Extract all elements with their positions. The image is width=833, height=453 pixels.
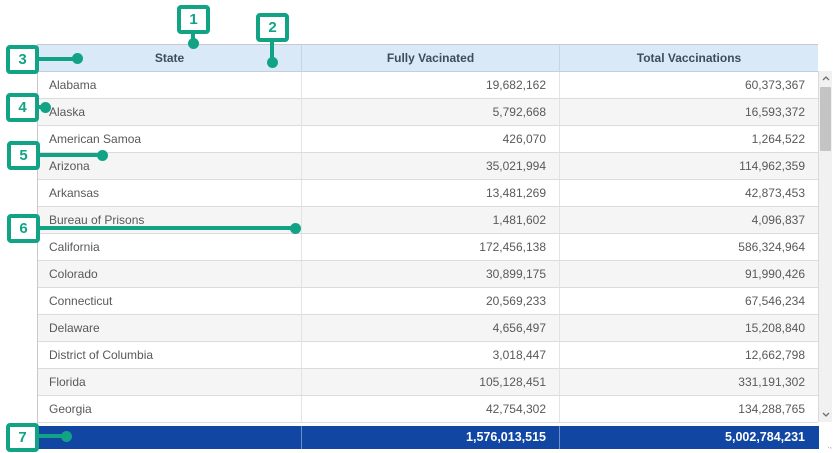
table-row[interactable]: Alabama19,682,16260,373,367 bbox=[38, 72, 818, 99]
scroll-down-button[interactable] bbox=[819, 407, 832, 422]
table-row[interactable]: Alaska5,792,66816,593,372 bbox=[38, 99, 818, 126]
table-body: Alabama19,682,16260,373,367Alaska5,792,6… bbox=[38, 72, 818, 423]
state-cell: Arkansas bbox=[38, 180, 302, 206]
callout-4-dot bbox=[40, 102, 51, 113]
state-cell: Colorado bbox=[38, 261, 302, 287]
table-row[interactable]: Arkansas13,481,26942,873,453 bbox=[38, 180, 818, 207]
column-header-total-vaccinations[interactable]: Total Vaccinations bbox=[560, 45, 818, 71]
total-vaccinations-cell: 16,593,372 bbox=[560, 99, 818, 125]
fully-vacinated-cell: 1,481,602 bbox=[302, 207, 560, 233]
totals-fully-vacinated-cell: 1,576,013,515 bbox=[302, 426, 560, 449]
callout-6-connector bbox=[39, 226, 293, 230]
fully-vacinated-cell: 426,070 bbox=[302, 126, 560, 152]
vertical-scrollbar[interactable] bbox=[818, 71, 832, 422]
callout-5-dot bbox=[97, 150, 108, 161]
fully-vacinated-cell: 105,128,451 bbox=[302, 369, 560, 395]
callout-6-dot bbox=[290, 223, 301, 234]
callout-5: 5 bbox=[7, 141, 40, 170]
total-vaccinations-cell: 60,373,367 bbox=[560, 72, 818, 98]
state-cell: Florida bbox=[38, 369, 302, 395]
totals-row: 1,576,013,515 5,002,784,231 bbox=[38, 426, 819, 449]
fully-vacinated-cell: 13,481,269 bbox=[302, 180, 560, 206]
fully-vacinated-cell: 30,899,175 bbox=[302, 261, 560, 287]
state-cell: Alaska bbox=[38, 99, 302, 125]
total-vaccinations-cell: 91,990,426 bbox=[560, 261, 818, 287]
callout-5-connector bbox=[39, 153, 101, 157]
callout-7-dot bbox=[61, 431, 72, 442]
fully-vacinated-cell: 3,018,447 bbox=[302, 342, 560, 368]
total-vaccinations-cell: 67,546,234 bbox=[560, 288, 818, 314]
table-row[interactable]: Georgia42,754,302134,288,765 bbox=[38, 396, 818, 423]
callout-3-connector bbox=[38, 57, 74, 61]
totals-state-cell bbox=[38, 426, 302, 449]
table-row[interactable]: Delaware4,656,49715,208,840 bbox=[38, 315, 818, 342]
resize-grip-icon: ., bbox=[822, 441, 832, 450]
state-cell: Delaware bbox=[38, 315, 302, 341]
state-cell: American Samoa bbox=[38, 126, 302, 152]
fully-vacinated-cell: 5,792,668 bbox=[302, 99, 560, 125]
total-vaccinations-cell: 586,324,964 bbox=[560, 234, 818, 260]
callout-1-dot bbox=[188, 38, 199, 49]
fully-vacinated-cell: 172,456,138 bbox=[302, 234, 560, 260]
state-cell: Alabama bbox=[38, 72, 302, 98]
table-row[interactable]: Colorado30,899,17591,990,426 bbox=[38, 261, 818, 288]
fully-vacinated-cell: 35,021,994 bbox=[302, 153, 560, 179]
callout-7: 7 bbox=[6, 423, 39, 452]
total-vaccinations-cell: 15,208,840 bbox=[560, 315, 818, 341]
table-row[interactable]: Florida105,128,451331,191,302 bbox=[38, 369, 818, 396]
callout-6: 6 bbox=[7, 214, 40, 243]
callout-4: 4 bbox=[6, 93, 39, 122]
callout-3-dot bbox=[72, 53, 83, 64]
total-vaccinations-cell: 4,096,837 bbox=[560, 207, 818, 233]
fully-vacinated-cell: 20,569,233 bbox=[302, 288, 560, 314]
total-vaccinations-cell: 12,662,798 bbox=[560, 342, 818, 368]
total-vaccinations-cell: 1,264,522 bbox=[560, 126, 818, 152]
chevron-down-icon bbox=[822, 412, 830, 417]
total-vaccinations-cell: 114,962,359 bbox=[560, 153, 818, 179]
table-header-row: State Fully Vacinated Total Vaccinations bbox=[38, 45, 818, 72]
table-row[interactable]: Arizona35,021,994114,962,359 bbox=[38, 153, 818, 180]
fully-vacinated-cell: 19,682,162 bbox=[302, 72, 560, 98]
total-vaccinations-cell: 331,191,302 bbox=[560, 369, 818, 395]
column-header-fully-vacinated[interactable]: Fully Vacinated bbox=[302, 45, 560, 71]
state-cell: Connecticut bbox=[38, 288, 302, 314]
table-row[interactable]: District of Columbia3,018,44712,662,798 bbox=[38, 342, 818, 369]
table-row[interactable]: American Samoa426,0701,264,522 bbox=[38, 126, 818, 153]
callout-2-dot bbox=[267, 57, 278, 68]
callout-3: 3 bbox=[6, 45, 39, 74]
fully-vacinated-cell: 42,754,302 bbox=[302, 396, 560, 422]
total-vaccinations-cell: 42,873,453 bbox=[560, 180, 818, 206]
callout-1: 1 bbox=[177, 5, 210, 34]
state-cell: California bbox=[38, 234, 302, 260]
total-vaccinations-cell: 134,288,765 bbox=[560, 396, 818, 422]
table-row[interactable]: Connecticut20,569,23367,546,234 bbox=[38, 288, 818, 315]
table-row[interactable]: California172,456,138586,324,964 bbox=[38, 234, 818, 261]
state-cell: Georgia bbox=[38, 396, 302, 422]
totals-total-vaccinations-cell: 5,002,784,231 bbox=[560, 426, 818, 449]
scrollbar-thumb[interactable] bbox=[820, 87, 831, 151]
scroll-up-button[interactable] bbox=[819, 71, 832, 86]
fully-vacinated-cell: 4,656,497 bbox=[302, 315, 560, 341]
list-table: State Fully Vacinated Total Vaccinations… bbox=[37, 44, 818, 448]
chevron-up-icon bbox=[822, 76, 830, 81]
state-cell: District of Columbia bbox=[38, 342, 302, 368]
callout-2: 2 bbox=[256, 13, 289, 42]
